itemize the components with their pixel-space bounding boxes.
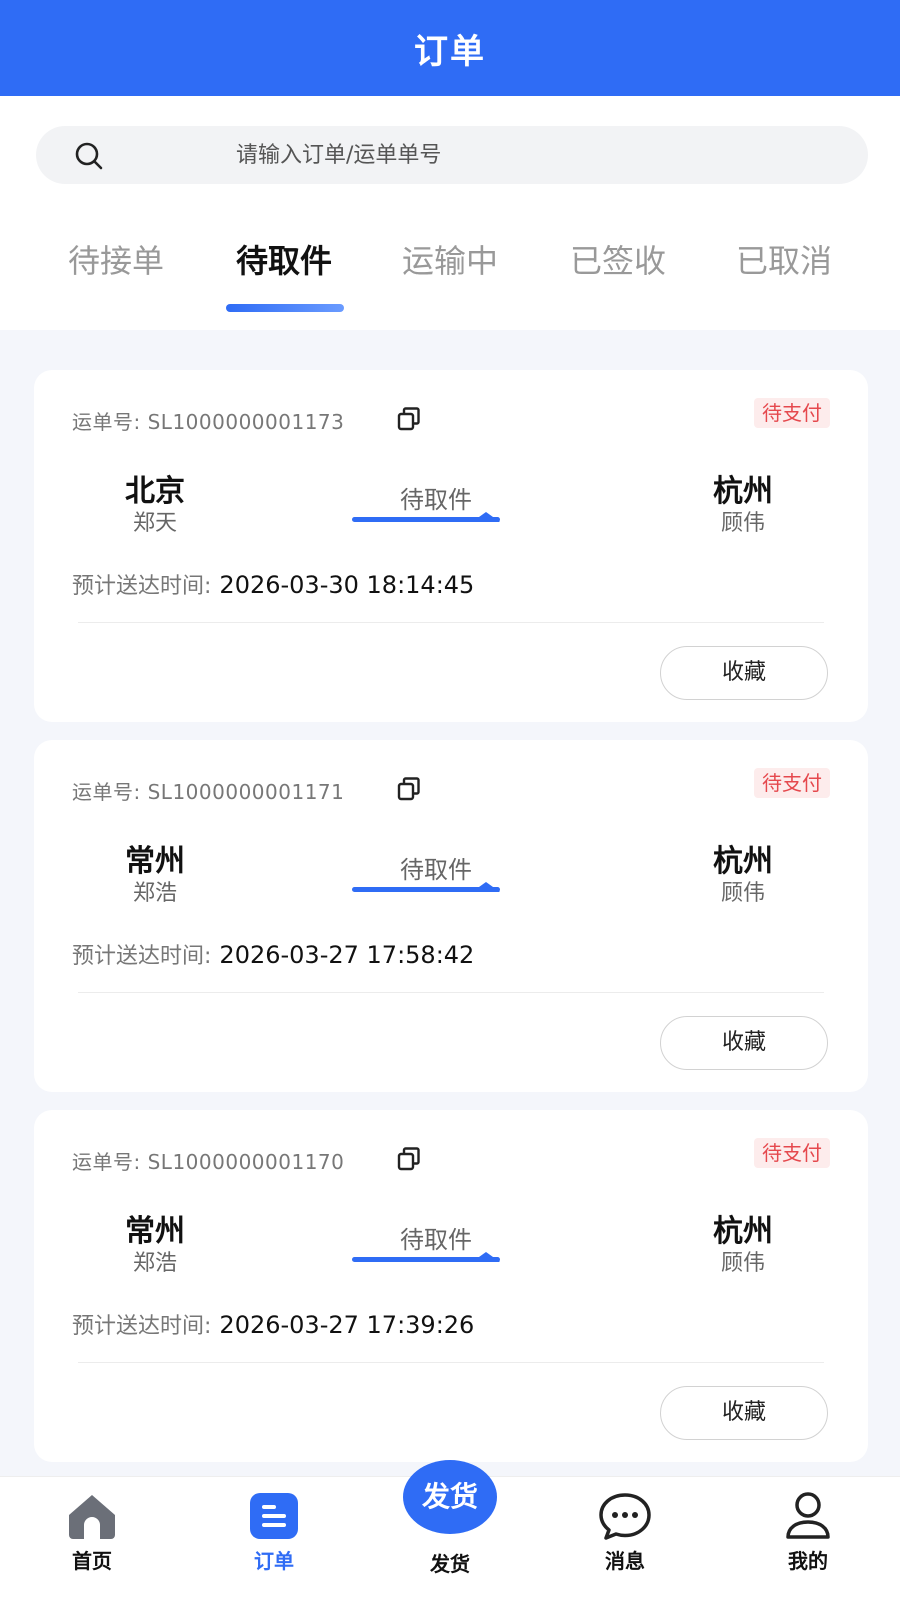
order-card[interactable]: 运单号: SL1000000001173 待支付 北京 郑天 待取件 杭州 顾伟… [34,370,868,722]
destination-city: 杭州 [713,844,773,879]
receiver-name: 顾伟 [720,1251,765,1276]
nav-messages[interactable]: 消息 [565,1491,685,1574]
waybill-number: 运单号: SL1000000001173 [72,410,345,434]
nav-orders-label: 订单 [254,1549,294,1573]
sender-name: 郑天 [132,511,177,536]
sender-name: 郑浩 [132,1251,177,1276]
origin: 常州 郑浩 [90,844,220,908]
divider [78,622,824,623]
copy-icon[interactable] [396,1146,422,1172]
destination-city: 杭州 [713,1214,773,1249]
nav-mine[interactable]: 我的 [748,1491,868,1574]
nav-home-label: 首页 [72,1549,112,1573]
origin-city: 常州 [125,1214,185,1249]
home-icon [69,1495,115,1539]
order-card[interactable]: 运单号: SL1000000001171 待支付 常州 郑浩 待取件 杭州 顾伟… [34,740,868,1092]
route-arrow-icon [352,512,500,522]
payment-status-badge: 待支付 [754,768,830,798]
waybill-number: 运单号: SL1000000001170 [72,1150,345,1174]
nav-home[interactable]: 首页 [32,1491,152,1574]
waybill-number: 运单号: SL1000000001171 [72,780,345,804]
ship-button[interactable]: 发货 [403,1460,497,1534]
nav-orders[interactable]: 订单 [214,1491,334,1574]
tab-pending-accept[interactable]: 待接单 [32,236,200,316]
copy-icon[interactable] [396,406,422,432]
receiver-name: 顾伟 [720,511,765,536]
tab-in-transit[interactable]: 运输中 [366,236,534,316]
top-panel: 待接单 待取件 运输中 已签收 已取消 [0,96,900,330]
search-icon [75,142,103,170]
sender-name: 郑浩 [132,881,177,906]
tab-cancelled[interactable]: 已取消 [700,236,868,316]
document-list-icon [250,1493,298,1539]
nav-messages-label: 消息 [605,1549,645,1573]
order-card[interactable]: 运单号: SL1000000001170 待支付 常州 郑浩 待取件 杭州 顾伟… [34,1110,868,1462]
estimated-delivery: 预计送达时间: 2026-03-27 17:58:42 [72,941,475,969]
route-arrow-icon [352,882,500,892]
copy-icon[interactable] [396,776,422,802]
search-input[interactable] [236,126,836,184]
nav-mine-label: 我的 [788,1549,828,1573]
receiver-name: 顾伟 [720,881,765,906]
nav-ship-label[interactable]: 发货 [400,1548,500,1577]
estimated-delivery: 预计送达时间: 2026-03-30 18:14:45 [72,571,475,599]
payment-status-badge: 待支付 [754,1138,830,1168]
app-header: 订单 [0,0,900,96]
route-arrow-icon [352,1252,500,1262]
tab-signed[interactable]: 已签收 [534,236,702,316]
origin: 北京 郑天 [90,474,220,538]
destination: 杭州 顾伟 [678,844,808,908]
divider [78,992,824,993]
active-tab-indicator [226,304,344,312]
page-title: 订单 [414,31,486,72]
destination: 杭州 顾伟 [678,474,808,538]
origin-city: 常州 [125,844,185,879]
payment-status-badge: 待支付 [754,398,830,428]
favorite-button[interactable]: 收藏 [660,1016,828,1070]
destination: 杭州 顾伟 [678,1214,808,1278]
favorite-button[interactable]: 收藏 [660,646,828,700]
divider [78,1362,824,1363]
user-icon [786,1492,830,1539]
destination-city: 杭州 [713,474,773,509]
favorite-button[interactable]: 收藏 [660,1386,828,1440]
origin-city: 北京 [125,474,185,509]
chat-bubble-icon [599,1493,651,1540]
origin: 常州 郑浩 [90,1214,220,1278]
search-box[interactable] [36,126,868,184]
status-tabs: 待接单 待取件 运输中 已签收 已取消 [0,236,900,316]
estimated-delivery: 预计送达时间: 2026-03-27 17:39:26 [72,1311,475,1339]
